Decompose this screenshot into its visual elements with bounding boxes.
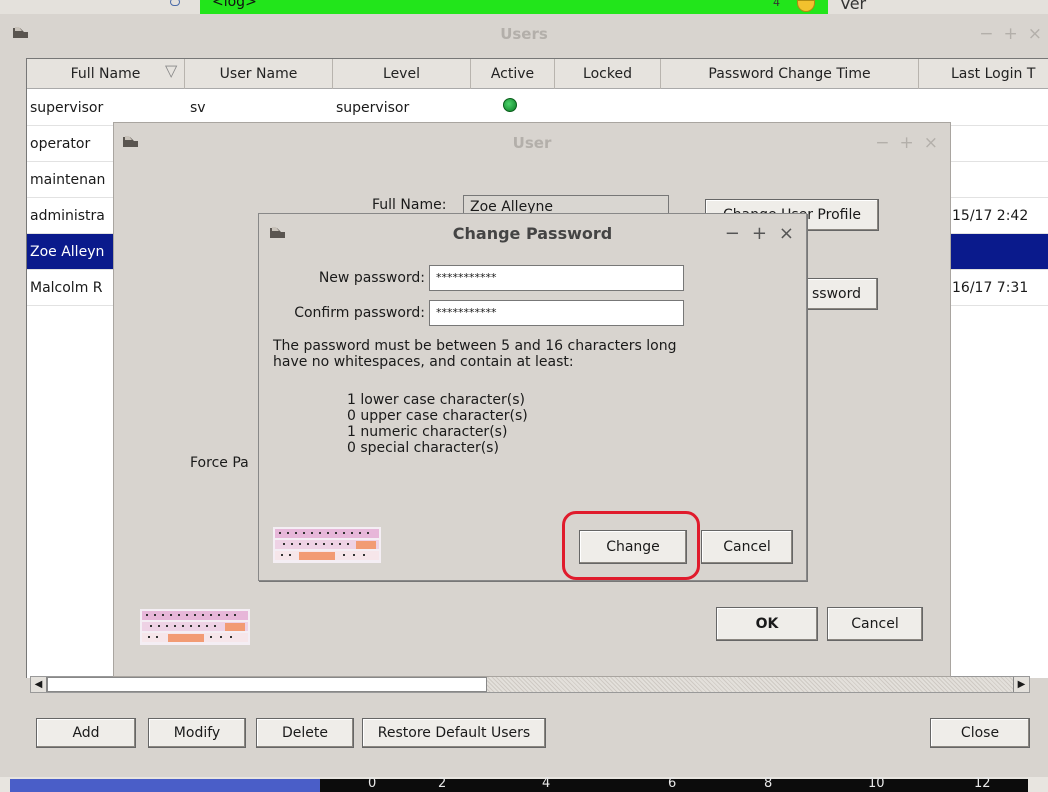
users-titlebar[interactable]: Users − + × <box>0 14 1048 54</box>
keyboard-icon[interactable] <box>273 527 381 563</box>
active-indicator-icon <box>503 98 517 112</box>
col-last-login[interactable]: Last Login T <box>919 59 1048 89</box>
axis-tick: 10 <box>868 776 885 791</box>
col-label: Password Change Time <box>708 66 871 82</box>
axis-tick: 12 <box>974 776 991 791</box>
sort-triangle-icon[interactable]: ▽ <box>165 61 177 80</box>
table-row[interactable]: supervisor sv supervisor <box>27 90 1048 126</box>
minimize-icon[interactable]: − <box>979 24 993 44</box>
password-rules-text: The password must be between 5 and 16 ch… <box>273 338 793 370</box>
minimize-icon[interactable]: − <box>875 133 889 153</box>
col-label: Locked <box>583 66 632 82</box>
col-label: Active <box>490 66 535 82</box>
col-password-change-time[interactable]: Password Change Time <box>661 59 919 89</box>
close-icon[interactable]: × <box>1028 24 1042 44</box>
log-label: <log> <box>212 0 257 10</box>
scroll-left-icon[interactable]: ◀ <box>31 677 47 692</box>
rule-line: The password must be between 5 and 16 ch… <box>273 338 677 354</box>
table-header: Full Name ▽ User Name Level Active Locke… <box>27 59 1048 89</box>
horizontal-scrollbar[interactable]: ◀ ▶ <box>30 676 1030 693</box>
requirement-item: 1 numeric character(s) <box>347 424 508 440</box>
cell-user-name: sv <box>190 100 206 116</box>
minimize-icon[interactable]: − <box>725 223 740 244</box>
confirm-password-label: Confirm password: <box>294 305 425 321</box>
scroll-thumb[interactable] <box>47 677 487 692</box>
cell-full-name: Malcolm R <box>30 280 103 296</box>
force-password-label: Force Pa <box>190 455 249 471</box>
requirement-item: 0 upper case character(s) <box>347 408 528 424</box>
full-name-label: Full Name: <box>372 197 447 213</box>
app-icon <box>270 227 285 238</box>
cancel-button[interactable]: Cancel <box>701 530 793 564</box>
restore-default-users-button[interactable]: Restore Default Users <box>362 718 546 748</box>
col-active[interactable]: Active <box>471 59 555 89</box>
col-label: Level <box>383 66 420 82</box>
col-label: Last Login T <box>951 66 1036 82</box>
cell-full-name: administra <box>30 208 105 224</box>
keyboard-icon[interactable] <box>140 609 250 645</box>
scroll-right-icon[interactable]: ▶ <box>1013 677 1029 692</box>
user-titlebar[interactable]: User − + × <box>114 123 950 163</box>
axis-tick: 4 <box>542 776 551 791</box>
requirements-list: 1 lower case character(s) 0 upper case c… <box>347 392 747 456</box>
axis-tick: 0 <box>368 776 377 791</box>
version-label: Ver <box>840 0 867 13</box>
close-icon[interactable]: × <box>779 223 794 244</box>
cell-last-login: 16/17 7:31 <box>952 280 1029 296</box>
cell-level: supervisor <box>336 100 410 116</box>
app-icon <box>123 136 138 147</box>
change-password-dialog: Change Password − + × New password: ****… <box>258 213 807 581</box>
col-label: User Name <box>219 66 298 82</box>
col-user-name[interactable]: User Name <box>185 59 333 89</box>
ok-button[interactable]: OK <box>716 607 818 641</box>
dialog-title: User <box>512 134 552 152</box>
log-bar <box>200 0 828 14</box>
window-title: Users <box>500 25 548 43</box>
col-locked[interactable]: Locked <box>555 59 661 89</box>
cancel-button[interactable]: Cancel <box>827 607 923 641</box>
cell-full-name: supervisor <box>30 100 104 116</box>
new-password-input[interactable]: *********** <box>429 265 684 291</box>
new-password-label: New password: <box>318 270 425 286</box>
col-full-name[interactable]: Full Name <box>27 59 185 89</box>
requirement-item: 1 lower case character(s) <box>347 392 525 408</box>
rule-line: have no whitespaces, and contain at leas… <box>273 354 574 370</box>
cell-full-name: Zoe Alleyn <box>30 244 105 260</box>
close-button[interactable]: Close <box>930 718 1030 748</box>
axis-tick: 8 <box>764 776 773 791</box>
axis-tick: 6 <box>668 776 677 791</box>
highlight-annotation <box>562 511 700 580</box>
delete-button[interactable]: Delete <box>256 718 354 748</box>
bottom-axis: 0 2 4 6 8 10 12 <box>320 776 1028 792</box>
add-button[interactable]: Add <box>36 718 136 748</box>
col-level[interactable]: Level <box>333 59 471 89</box>
cell-full-name: operator <box>30 136 91 152</box>
cell-last-login: 15/17 2:42 <box>952 208 1029 224</box>
cell-last-login <box>919 90 1048 126</box>
maximize-icon[interactable]: + <box>1004 24 1018 44</box>
small-round-icon <box>170 0 180 6</box>
maximize-icon[interactable]: + <box>752 223 767 244</box>
col-label: Full Name <box>70 66 141 82</box>
modify-button[interactable]: Modify <box>148 718 246 748</box>
cell-full-name: maintenan <box>30 172 106 188</box>
confirm-password-input[interactable]: *********** <box>429 300 684 326</box>
percent-label: 4 <box>773 0 780 9</box>
requirement-item: 0 special character(s) <box>347 440 499 456</box>
close-icon[interactable]: × <box>924 133 938 153</box>
bottom-blue-bar <box>10 779 320 792</box>
maximize-icon[interactable]: + <box>900 133 914 153</box>
axis-tick: 2 <box>438 776 447 791</box>
change-password-titlebar[interactable]: Change Password − + × <box>259 214 806 252</box>
dialog-title: Change Password <box>452 223 613 243</box>
app-icon <box>13 27 28 38</box>
